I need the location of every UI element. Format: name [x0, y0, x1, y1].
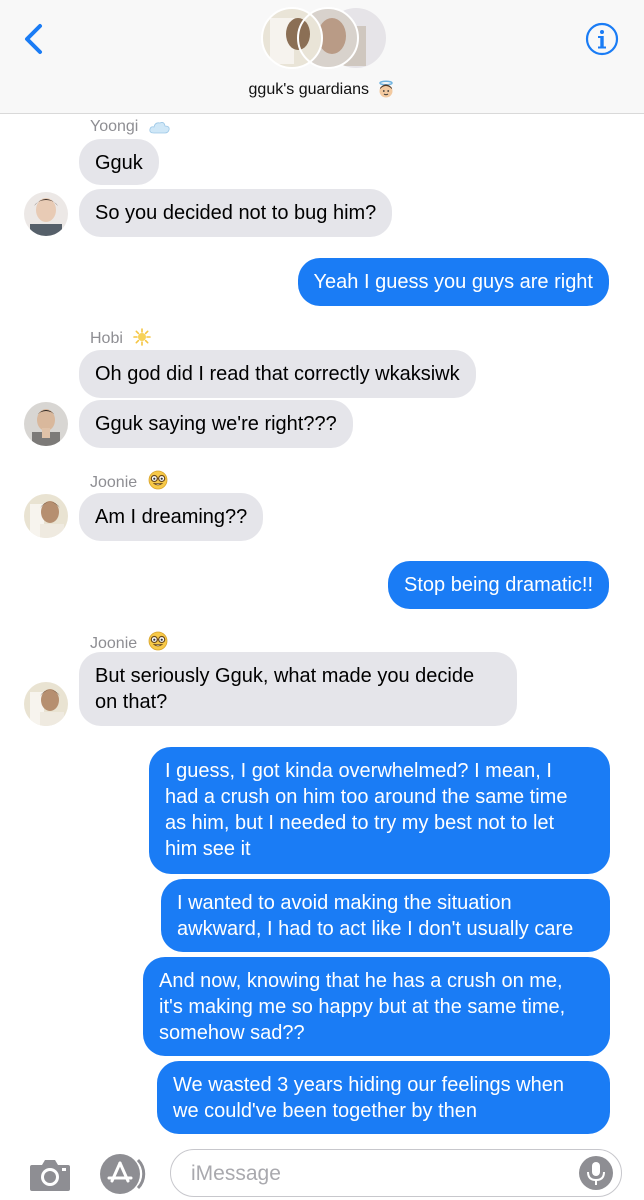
message-bubble-outgoing[interactable]: I wanted to avoid making the situation a…: [161, 879, 610, 952]
message-bubble-incoming[interactable]: Gguk saying we're right???: [79, 400, 353, 448]
chat-header: gguk's guardians: [0, 0, 644, 114]
chevron-left-icon[interactable]: [18, 22, 52, 56]
message-bubble-outgoing[interactable]: Yeah I guess you guys are right: [297, 258, 609, 306]
sun-icon: [133, 328, 152, 346]
info-icon[interactable]: [585, 22, 619, 56]
message-bubble-incoming[interactable]: Gguk: [79, 139, 159, 185]
sender-label: Hobi: [90, 328, 152, 348]
sender-label: Joonie: [90, 631, 168, 653]
camera-icon[interactable]: [28, 1157, 72, 1193]
message-bubble-incoming[interactable]: So you decided not to bug him?: [79, 189, 393, 237]
message-bubble-outgoing[interactable]: We wasted 3 years hiding our feelings wh…: [157, 1061, 610, 1134]
message-bubble-outgoing[interactable]: I guess, I got kinda overwhelmed? I mean…: [149, 747, 610, 874]
group-title[interactable]: gguk's guardians: [0, 80, 644, 99]
avatar[interactable]: [24, 682, 68, 726]
message-bubble-incoming[interactable]: But seriously Gguk, what made you decide…: [79, 652, 517, 726]
message-bubble-incoming[interactable]: Oh god did I read that correctly wkaksiw…: [79, 350, 476, 398]
microphone-icon[interactable]: [578, 1155, 614, 1191]
sender-label: Joonie: [90, 470, 168, 492]
cloud-icon: [149, 122, 170, 134]
sender-label: Yoongi: [90, 118, 171, 136]
avatar[interactable]: [24, 494, 68, 538]
app-store-icon[interactable]: [98, 1152, 148, 1196]
nerd-face-icon: [148, 470, 168, 490]
avatar[interactable]: [24, 192, 68, 236]
nerd-face-icon: [148, 631, 168, 651]
message-bubble-incoming[interactable]: Am I dreaming??: [79, 493, 264, 541]
group-name: gguk's guardians: [248, 81, 369, 98]
avatar[interactable]: [24, 402, 68, 446]
message-bubble-outgoing[interactable]: And now, knowing that he has a crush on …: [143, 957, 610, 1056]
angel-face-icon: [379, 80, 394, 98]
message-bubble-outgoing[interactable]: Stop being dramatic!!: [388, 561, 609, 609]
group-avatars[interactable]: [260, 6, 388, 70]
imessage-input[interactable]: iMessage: [170, 1149, 622, 1197]
input-placeholder: iMessage: [191, 1162, 281, 1185]
